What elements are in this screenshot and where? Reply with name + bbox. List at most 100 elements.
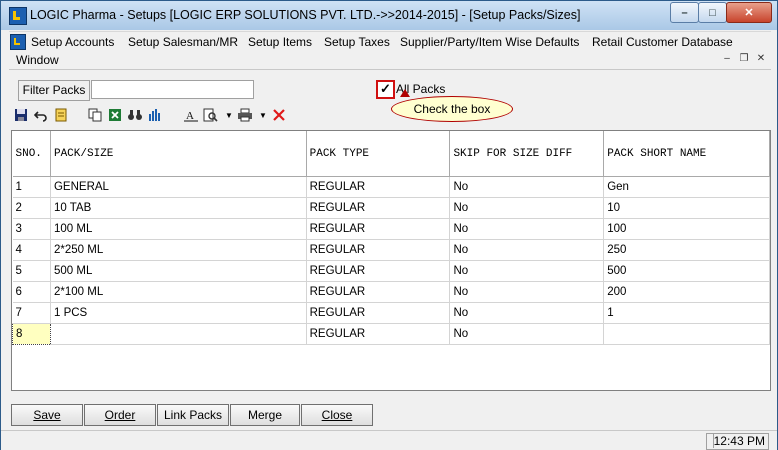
table-row[interactable]: 7 1 PCS REGULAR No 1: [12, 302, 770, 324]
cell-pack-short-name[interactable]: 200: [603, 281, 770, 303]
column-header-pack-size[interactable]: PACK/SIZE: [50, 131, 307, 177]
cell-pack-size[interactable]: 500 ML: [50, 260, 307, 282]
menu-window[interactable]: Window: [16, 53, 59, 67]
window-menu-bar: Window – ❐ ✕: [9, 50, 771, 70]
cell-pack-short-name[interactable]: [603, 323, 770, 345]
link-packs-button[interactable]: Link Packs: [157, 404, 229, 426]
table-row[interactable]: 1 GENERAL REGULAR No Gen: [12, 176, 770, 198]
minimize-button[interactable]: –: [670, 2, 699, 23]
status-bar: 12:43 PM: [1, 430, 777, 450]
merge-packs-button[interactable]: Merge Packs: [230, 404, 300, 442]
chevron-down-icon[interactable]: ▼: [221, 108, 237, 124]
status-clock: 12:43 PM: [706, 433, 769, 450]
cell-sno[interactable]: 5: [12, 260, 51, 282]
table-row-new[interactable]: 8 REGULAR No: [12, 323, 770, 345]
cell-skip-for-size-diff[interactable]: No: [449, 218, 605, 240]
cell-pack-size[interactable]: 100 ML: [50, 218, 307, 240]
cell-skip-for-size-diff[interactable]: No: [449, 302, 605, 324]
table-row[interactable]: 6 2*100 ML REGULAR No 200: [12, 281, 770, 303]
close-window-button[interactable]: ✕: [726, 2, 772, 23]
mdi-close-button[interactable]: ✕: [754, 52, 768, 65]
cell-pack-size[interactable]: [50, 323, 307, 345]
chart-icon[interactable]: [147, 108, 163, 124]
table-row[interactable]: 5 500 ML REGULAR No 500: [12, 260, 770, 282]
cell-sno[interactable]: 2: [12, 197, 51, 219]
maximize-button[interactable]: □: [698, 2, 727, 23]
undo-icon[interactable]: [33, 108, 49, 124]
menu-setup-items[interactable]: Setup Items: [248, 35, 312, 49]
table-row[interactable]: 4 2*250 ML REGULAR No 250: [12, 239, 770, 261]
all-packs-checkbox[interactable]: ✓: [376, 80, 395, 99]
menu-bar: Setup Accounts Setup Salesman/MR Setup I…: [9, 31, 771, 51]
cell-pack-short-name[interactable]: 500: [603, 260, 770, 282]
cell-pack-short-name[interactable]: 1: [603, 302, 770, 324]
cell-pack-short-name[interactable]: 100: [603, 218, 770, 240]
find-icon[interactable]: [127, 108, 143, 124]
title-bar[interactable]: LOGIC Pharma - Setups [LOGIC ERP SOLUTIO…: [1, 1, 777, 30]
column-header-pack-short-name[interactable]: PACK SHORT NAME: [603, 131, 770, 177]
close-button[interactable]: Close: [301, 404, 373, 426]
copy-icon[interactable]: [87, 108, 103, 124]
cell-pack-short-name[interactable]: 10: [603, 197, 770, 219]
cell-pack-size[interactable]: 2*100 ML: [50, 281, 307, 303]
save-button[interactable]: Save: [11, 404, 83, 426]
check-the-box-callout: Check the box: [391, 89, 513, 122]
notes-icon[interactable]: [53, 108, 69, 124]
column-header-sno[interactable]: SNO.: [12, 131, 51, 177]
mdi-minimize-button[interactable]: –: [720, 52, 734, 65]
chevron-down-icon[interactable]: ▼: [255, 108, 271, 124]
cell-pack-size[interactable]: 2*250 ML: [50, 239, 307, 261]
cell-pack-type[interactable]: REGULAR: [306, 302, 451, 324]
cell-skip-for-size-diff[interactable]: No: [449, 239, 605, 261]
cell-sno[interactable]: 6: [12, 281, 51, 303]
menu-setup-accounts[interactable]: Setup Accounts: [31, 35, 114, 49]
column-header-pack-type[interactable]: PACK TYPE: [306, 131, 451, 177]
cell-pack-short-name[interactable]: 250: [603, 239, 770, 261]
cell-pack-size[interactable]: 10 TAB: [50, 197, 307, 219]
order-button[interactable]: Order: [84, 404, 156, 426]
mdi-restore-button[interactable]: ❐: [737, 52, 751, 65]
setup-packs-form: Filter Packs ✓ All Packs Check the box A…: [9, 71, 771, 442]
cell-sno[interactable]: 4: [12, 239, 51, 261]
table-row[interactable]: 3 100 ML REGULAR No 100: [12, 218, 770, 240]
filter-packs-input[interactable]: [91, 80, 254, 99]
checkmark-icon: ✓: [380, 81, 391, 96]
cell-sno[interactable]: 3: [12, 218, 51, 240]
menu-supplier-defaults[interactable]: Supplier/Party/Item Wise Defaults: [400, 35, 579, 49]
menu-retail-customer-database[interactable]: Retail Customer Database: [592, 35, 733, 49]
mdi-child-icon[interactable]: [10, 34, 26, 50]
save-icon[interactable]: [13, 108, 29, 124]
close-button-label: Close: [321, 408, 353, 422]
preview-icon[interactable]: [203, 108, 219, 124]
app-logo-icon: [9, 7, 27, 25]
cell-sno[interactable]: 7: [12, 302, 51, 324]
cell-pack-size[interactable]: 1 PCS: [50, 302, 307, 324]
excel-icon[interactable]: [107, 108, 123, 124]
table-header-row: SNO. PACK/SIZE PACK TYPE SKIP FOR SIZE D…: [12, 131, 770, 177]
cell-skip-for-size-diff[interactable]: No: [449, 260, 605, 282]
cell-sno[interactable]: 1: [12, 176, 51, 198]
cell-pack-type[interactable]: REGULAR: [306, 260, 451, 282]
cell-skip-for-size-diff[interactable]: No: [449, 176, 605, 198]
cell-pack-type[interactable]: REGULAR: [306, 239, 451, 261]
cell-pack-type[interactable]: REGULAR: [306, 218, 451, 240]
cell-pack-type[interactable]: REGULAR: [306, 323, 451, 345]
delete-icon[interactable]: [271, 108, 287, 124]
menu-setup-taxes[interactable]: Setup Taxes: [324, 35, 390, 49]
packs-grid[interactable]: SNO. PACK/SIZE PACK TYPE SKIP FOR SIZE D…: [11, 130, 771, 391]
cell-skip-for-size-diff[interactable]: No: [449, 197, 605, 219]
cell-skip-for-size-diff[interactable]: No: [449, 323, 605, 345]
table-row[interactable]: 2 10 TAB REGULAR No 10: [12, 197, 770, 219]
cell-pack-short-name[interactable]: Gen: [603, 176, 770, 198]
text-icon[interactable]: A: [183, 108, 199, 124]
cell-pack-type[interactable]: REGULAR: [306, 176, 451, 198]
cell-skip-for-size-diff[interactable]: No: [449, 281, 605, 303]
menu-setup-salesman[interactable]: Setup Salesman/MR: [128, 35, 238, 49]
print-icon[interactable]: [237, 108, 253, 124]
toolbar: A ▼ ▼: [11, 106, 321, 128]
cell-pack-size[interactable]: GENERAL: [50, 176, 307, 198]
cell-pack-type[interactable]: REGULAR: [306, 197, 451, 219]
cell-sno-selected[interactable]: 8: [12, 323, 51, 345]
column-header-skip-for-size-diff[interactable]: SKIP FOR SIZE DIFF: [449, 131, 605, 177]
cell-pack-type[interactable]: REGULAR: [306, 281, 451, 303]
